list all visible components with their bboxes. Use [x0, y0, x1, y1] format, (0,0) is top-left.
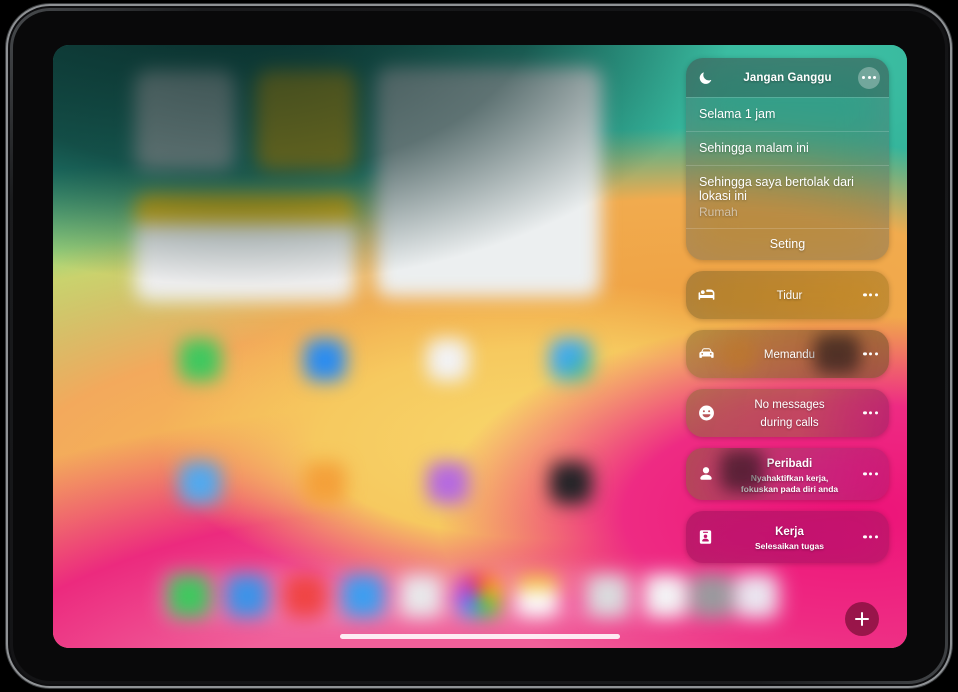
- dnd-option-label: Sehingga saya bertolak dari lokasi ini: [699, 174, 854, 204]
- tablet-screen: Jangan Ganggu Selama 1 jam Sehingga mala…: [53, 45, 907, 648]
- ellipsis-icon[interactable]: [858, 66, 880, 89]
- focus-card-description: Nyahaktifkan kerja, fokuskan pada diri a…: [740, 473, 839, 494]
- dnd-card-header: Jangan Ganggu: [686, 58, 889, 97]
- car-icon: [697, 345, 716, 364]
- focus-card-text: Tidur: [724, 286, 855, 304]
- focus-card-name: Tidur: [776, 290, 803, 303]
- focus-card-text: No messages during calls: [724, 395, 855, 431]
- smiley-icon: [697, 404, 716, 423]
- dnd-settings-button[interactable]: Seting: [686, 228, 889, 260]
- moon-icon: [698, 70, 713, 85]
- focus-card-text: Peribadi Nyahaktifkan kerja, fokuskan pa…: [724, 454, 855, 494]
- dnd-option-label: Selama 1 jam: [699, 107, 776, 121]
- bed-icon: [697, 286, 716, 305]
- focus-card-name: Kerja: [775, 526, 804, 539]
- ellipsis-icon[interactable]: [863, 352, 878, 356]
- focus-modes-panel: Jangan Ganggu Selama 1 jam Sehingga mala…: [686, 58, 889, 564]
- dnd-option-one-hour[interactable]: Selama 1 jam: [686, 97, 889, 131]
- dnd-option-leave-location[interactable]: Sehingga saya bertolak dari lokasi ini R…: [686, 164, 889, 229]
- focus-card-driving[interactable]: Memandu: [686, 330, 889, 379]
- badge-icon: [697, 529, 714, 546]
- focus-card-name: Peribadi: [766, 458, 813, 471]
- focus-card-name: No messages during calls: [754, 399, 825, 430]
- ellipsis-icon[interactable]: [863, 293, 878, 297]
- focus-card-personal[interactable]: Peribadi Nyahaktifkan kerja, fokuskan pa…: [686, 448, 889, 501]
- focus-card-description: Selesaikan tugas: [755, 541, 824, 552]
- focus-card-name: Memandu: [763, 349, 816, 362]
- tablet-device-frame: Jangan Ganggu Selama 1 jam Sehingga mala…: [8, 6, 950, 686]
- ellipsis-icon[interactable]: [863, 472, 878, 476]
- dnd-option-location: Rumah: [699, 205, 738, 219]
- ellipsis-icon[interactable]: [863, 411, 878, 415]
- plus-icon-vertical: [861, 612, 863, 626]
- home-indicator[interactable]: [340, 634, 620, 639]
- dnd-option-label: Sehingga malam ini: [699, 140, 809, 155]
- add-focus-button[interactable]: [845, 602, 879, 636]
- ellipsis-icon[interactable]: [863, 535, 878, 539]
- dnd-option-tonight[interactable]: Sehingga malam ini: [686, 130, 889, 165]
- focus-card-sleep[interactable]: Tidur: [686, 271, 889, 320]
- focus-card-no-messages-during-calls[interactable]: No messages during calls: [686, 389, 889, 438]
- focus-card-work[interactable]: Kerja Selesaikan tugas: [686, 511, 889, 564]
- focus-card-do-not-disturb[interactable]: Jangan Ganggu Selama 1 jam Sehingga mala…: [686, 58, 889, 261]
- focus-card-text: Memandu: [724, 345, 855, 363]
- person-icon: [697, 465, 715, 483]
- focus-card-text: Kerja Selesaikan tugas: [724, 522, 855, 552]
